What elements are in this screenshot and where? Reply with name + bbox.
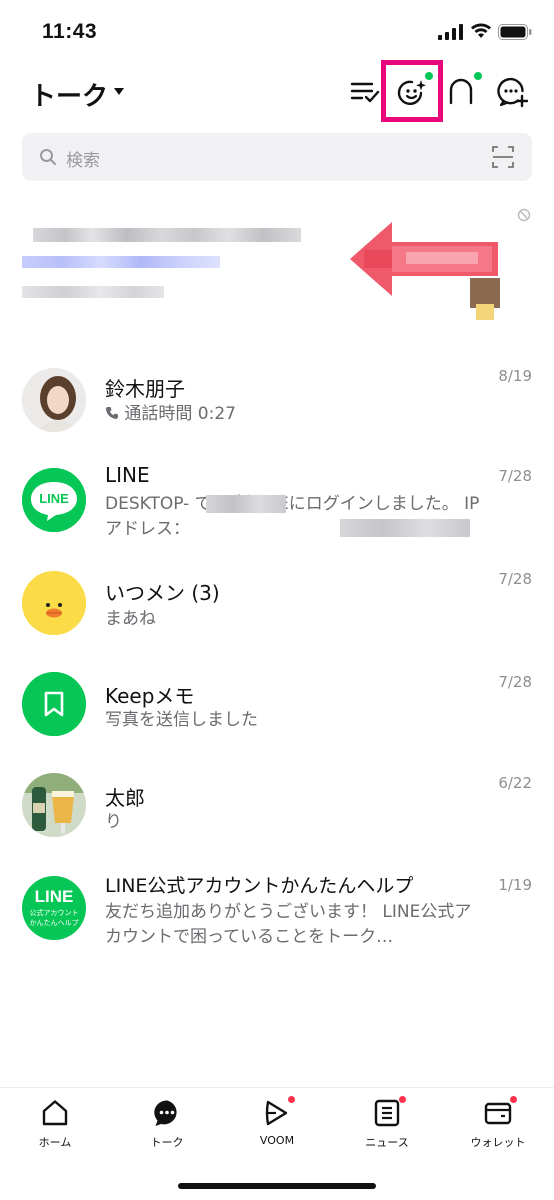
highlight-box xyxy=(381,60,443,122)
help-logo-subtext: かんたんヘルプ xyxy=(29,919,79,927)
chat-date: 8/19 xyxy=(498,367,532,385)
close-banner-icon[interactable] xyxy=(517,208,531,222)
tab-news[interactable]: ニュース xyxy=(347,1096,427,1150)
redacted-text xyxy=(340,519,470,537)
line-logo-text: LINE xyxy=(39,491,69,506)
chat-message: まあね xyxy=(105,609,156,629)
chat-row[interactable]: Keepメモ 写真を送信しました 7/28 xyxy=(0,666,554,766)
new-badge-dot xyxy=(474,72,482,80)
tab-label: トーク xyxy=(150,1136,184,1149)
avatar: LINE 公式アカウント かんたんヘルプ xyxy=(22,876,86,940)
voom-icon xyxy=(265,1100,288,1126)
chat-message: 写真を送信しました xyxy=(105,710,258,730)
new-chat-button[interactable] xyxy=(496,76,529,108)
avatar xyxy=(22,368,86,432)
chat-date: 7/28 xyxy=(498,467,532,485)
blurred-subtext xyxy=(22,286,164,298)
bookmark-icon xyxy=(22,672,86,736)
chat-name: いつメン (3) xyxy=(105,581,220,605)
avatar xyxy=(22,571,86,635)
list-check-icon xyxy=(350,82,380,103)
search-placeholder: 検索 xyxy=(66,151,100,171)
help-logo-text: LINE xyxy=(34,887,74,906)
page-title[interactable]: トーク xyxy=(30,76,108,113)
avatar: LINE xyxy=(22,468,86,532)
chat-icon xyxy=(154,1100,177,1126)
chat-name: 太郎 xyxy=(105,786,145,810)
chat-message: り xyxy=(105,812,122,832)
tab-talk[interactable]: トーク xyxy=(127,1098,207,1150)
status-bar: 11:43 xyxy=(0,0,554,64)
blurred-text xyxy=(33,228,301,242)
news-icon xyxy=(374,1099,400,1127)
beer-photo xyxy=(22,773,86,837)
tab-label: ウォレット xyxy=(470,1136,526,1149)
person-photo xyxy=(22,368,86,432)
search-icon xyxy=(40,149,56,165)
openchat-icon xyxy=(449,78,473,105)
caret-down-icon[interactable] xyxy=(113,87,125,97)
status-time: 11:43 xyxy=(42,20,98,43)
top-header: トーク xyxy=(0,64,554,124)
notification-dot xyxy=(399,1096,406,1103)
chat-row[interactable]: 太郎 り 6/22 xyxy=(0,768,554,868)
tab-wallet[interactable]: ウォレット xyxy=(458,1096,538,1150)
redacted-text xyxy=(206,495,286,513)
chat-message: 友だち追加ありがとうございます！ LINE公式アカウントで困っていることをトーク… xyxy=(105,902,472,947)
tab-voom[interactable]: VOOM xyxy=(237,1096,317,1147)
chat-row[interactable]: いつメン (3) まあね 7/28 xyxy=(0,563,554,663)
sort-check-button[interactable] xyxy=(349,76,381,108)
avatar xyxy=(22,672,86,736)
chat-add-icon xyxy=(497,77,529,108)
chat-name: 鈴木朋子 xyxy=(105,377,185,401)
battery-icon xyxy=(498,24,532,40)
signal-icon xyxy=(438,24,463,40)
chat-message-text: 通話時間 0:27 xyxy=(124,404,236,424)
chat-date: 7/28 xyxy=(498,570,532,588)
wifi-icon xyxy=(471,23,491,38)
chat-name: LINE公式アカウントかんたんヘルプ xyxy=(105,875,414,897)
qr-scan-icon[interactable] xyxy=(492,146,514,168)
home-icon xyxy=(42,1100,68,1126)
tab-label: ニュース xyxy=(365,1136,409,1149)
chat-name: Keepメモ xyxy=(105,684,195,708)
notification-dot xyxy=(288,1096,295,1103)
openchat-button[interactable] xyxy=(446,72,482,108)
notification-dot xyxy=(510,1096,517,1103)
phone-icon xyxy=(106,407,118,419)
chat-date: 1/19 xyxy=(498,876,532,894)
chat-date: 7/28 xyxy=(498,673,532,691)
pixelated-character xyxy=(476,304,494,320)
blurred-link xyxy=(22,256,220,268)
chat-message: 通話時間 0:27 xyxy=(105,402,485,427)
wallet-icon xyxy=(484,1102,512,1125)
avatar xyxy=(22,773,86,837)
chat-name: LINE xyxy=(105,463,150,487)
pixelated-banner[interactable] xyxy=(0,196,554,336)
tab-label: ホーム xyxy=(38,1136,72,1149)
home-indicator[interactable] xyxy=(178,1183,376,1189)
help-logo-subtext: 公式アカウント xyxy=(29,909,79,917)
search-bar[interactable]: 検索 xyxy=(22,133,532,181)
tab-label: VOOM xyxy=(259,1134,295,1147)
tab-home[interactable]: ホーム xyxy=(15,1098,95,1150)
sally-chick-icon xyxy=(22,571,86,635)
chat-row[interactable]: LINE 公式アカウント かんたんヘルプ LINE公式アカウントかんたんヘルプ … xyxy=(0,866,554,966)
chat-row[interactable]: LINE LINE DESKTOP- でPC版LINEにログインしました。 IP… xyxy=(0,450,554,550)
chat-date: 6/22 xyxy=(498,774,532,792)
chat-row[interactable]: 鈴木朋子 通話時間 0:27 8/19 xyxy=(0,350,554,450)
